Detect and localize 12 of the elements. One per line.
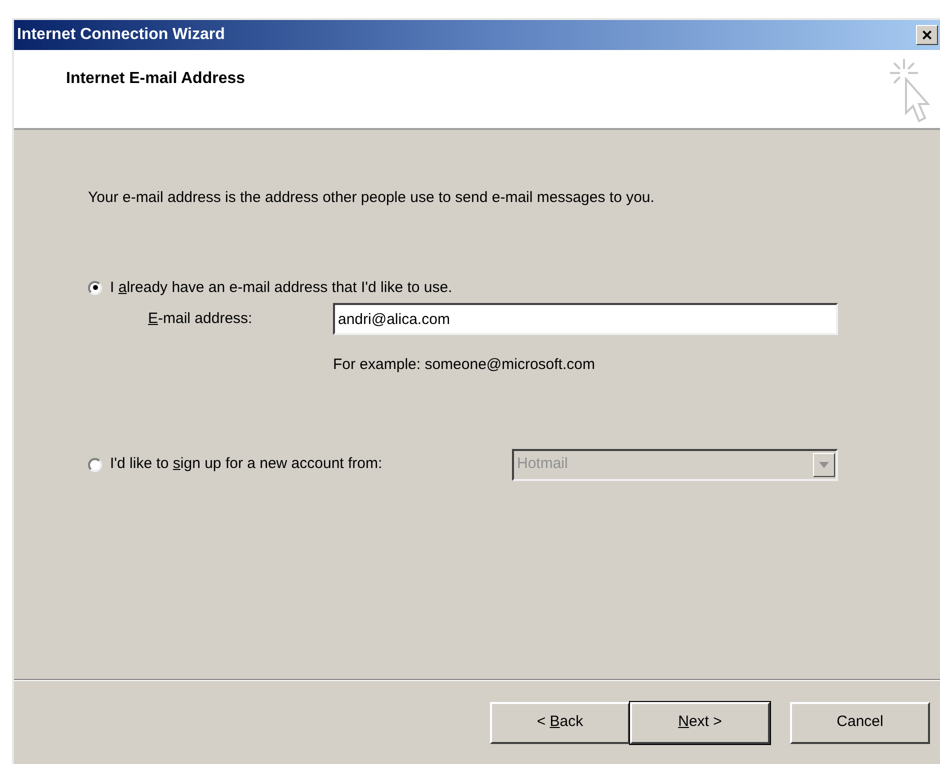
example-hint: For example: someone@microsoft.com xyxy=(333,355,596,375)
wizard-button[interactable]: Cancel xyxy=(790,702,930,744)
field-label: E-mail address: xyxy=(148,308,254,329)
page-title: Internet E-mail Address xyxy=(66,69,246,89)
close-button[interactable]: × xyxy=(916,25,938,45)
wizard-button[interactable]: < Back xyxy=(490,702,630,744)
intro-text: Your e-mail address is the address other people use to send e-mail messages to you. xyxy=(88,188,656,208)
radio-label[interactable]: I already have an e-mail address that I'd like to use. xyxy=(110,276,452,299)
email-input[interactable]: andri@alica.com xyxy=(333,303,838,335)
wizard-button[interactable]: Next > xyxy=(630,702,770,744)
radio-button[interactable] xyxy=(88,280,102,295)
window-title: Internet Connection Wizard xyxy=(17,25,225,45)
